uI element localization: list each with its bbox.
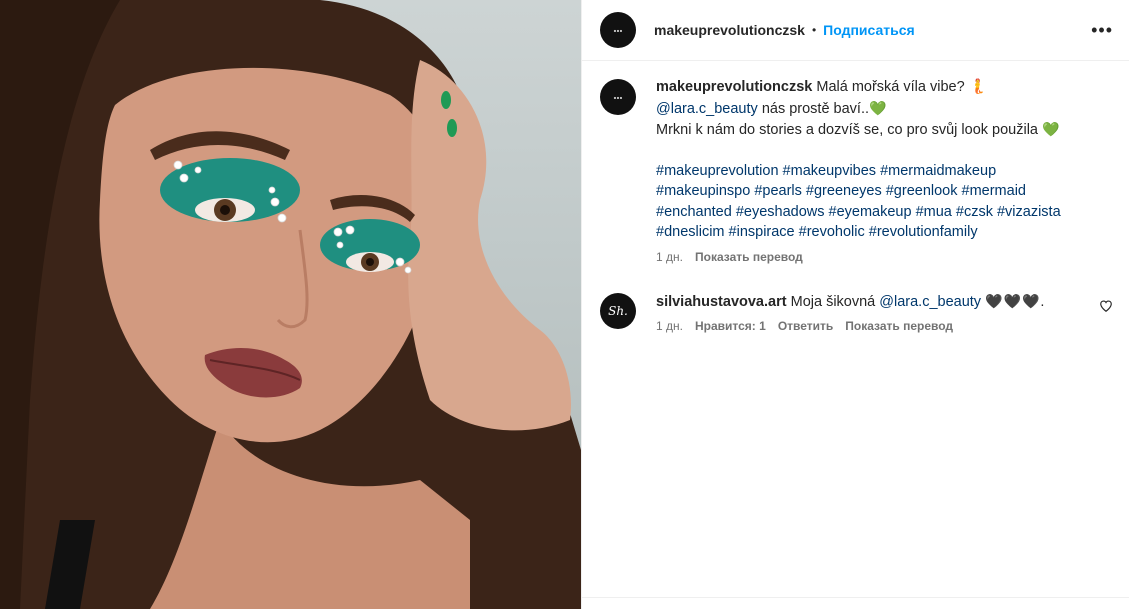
post-header: ▪▪▪ makeuprevolutionczsk • Подписаться •… [582,0,1129,61]
green-heart-emoji: 💚 [1042,121,1060,137]
panel-divider [582,597,1129,598]
hashtags-line-3[interactable]: #enchanted #eyeshadows #eyemakeup #mua #… [656,202,1086,223]
separator-dot: • [811,23,817,37]
avatar-logo-text: ▪▪▪ [613,27,623,33]
post-photo[interactable] [0,0,581,609]
caption-body: makeuprevolutionczsk Malá mořská víla vi… [656,77,1086,265]
avatar-monogram: Sh. [608,303,628,318]
caption-translate-button[interactable]: Показать перевод [695,249,803,265]
caption-time[interactable]: 1 дн. [656,249,683,265]
comment-text: Moja šikovná [790,293,876,310]
author-avatar[interactable]: ▪▪▪ [600,12,636,48]
comment-translate-button[interactable]: Показать перевод [845,318,953,334]
caption-avatar[interactable]: ▪▪▪ [600,79,636,115]
post-side-panel: ▪▪▪ makeuprevolutionczsk • Подписаться •… [581,0,1129,609]
comment-mention[interactable]: @lara.c_beauty [879,294,981,310]
commenter-avatar[interactable]: Sh. [600,292,636,329]
hashtags-line-2[interactable]: #makeupinspo #pearls #greeneyes #greenlo… [656,181,1086,202]
caption-username[interactable]: makeuprevolutionczsk [656,79,812,95]
commenter-username[interactable]: silviahustavova.art [656,294,787,310]
caption-text-3: Mrkni k nám do stories a dozvíš se, co p… [656,122,1038,138]
comments-list: ▪▪▪ makeuprevolutionczsk Malá mořská víl… [582,61,1129,334]
comment-likes[interactable]: Нравится: 1 [695,318,766,334]
comment-row: Sh. silviahustavova.art Moja šikovná @la… [600,291,1113,335]
caption-text-2: nás prostě baví.. [761,100,870,117]
green-heart-emoji: 💚 [869,99,887,116]
comment-time[interactable]: 1 дн. [656,318,683,334]
hashtags-line-1[interactable]: #makeuprevolution #makeupvibes #mermaidm… [656,161,1086,182]
author-username[interactable]: makeuprevolutionczsk [654,22,805,38]
caption-text-1: Malá mořská víla vibe? [816,79,965,95]
more-horizontal-icon[interactable]: ••• [1091,20,1113,41]
follow-button[interactable]: Подписаться [823,22,915,38]
caption-row: ▪▪▪ makeuprevolutionczsk Malá mořská víl… [600,77,1113,265]
portrait-illustration [0,0,581,609]
black-hearts-emoji: 🖤🖤🖤 [985,292,1041,309]
hashtags-line-4[interactable]: #dneslicim #inspirace #revoholic #revolu… [656,222,1086,243]
post-modal: ▪▪▪ makeuprevolutionczsk • Подписаться •… [0,0,1129,609]
caption-mention[interactable]: @lara.c_beauty [656,101,758,117]
avatar-logo-text: ▪▪▪ [613,94,623,100]
reply-button[interactable]: Ответить [778,318,833,334]
comment-end: . [1040,293,1045,310]
comment-meta: 1 дн. Нравится: 1 Ответить Показать пере… [656,318,1086,334]
heart-outline-icon[interactable] [1099,299,1113,313]
caption-meta: 1 дн. Показать перевод [656,249,1086,265]
mermaid-emoji: 🧜 [968,79,987,95]
comment-body: silviahustavova.art Moja šikovná @lara.c… [656,291,1086,335]
